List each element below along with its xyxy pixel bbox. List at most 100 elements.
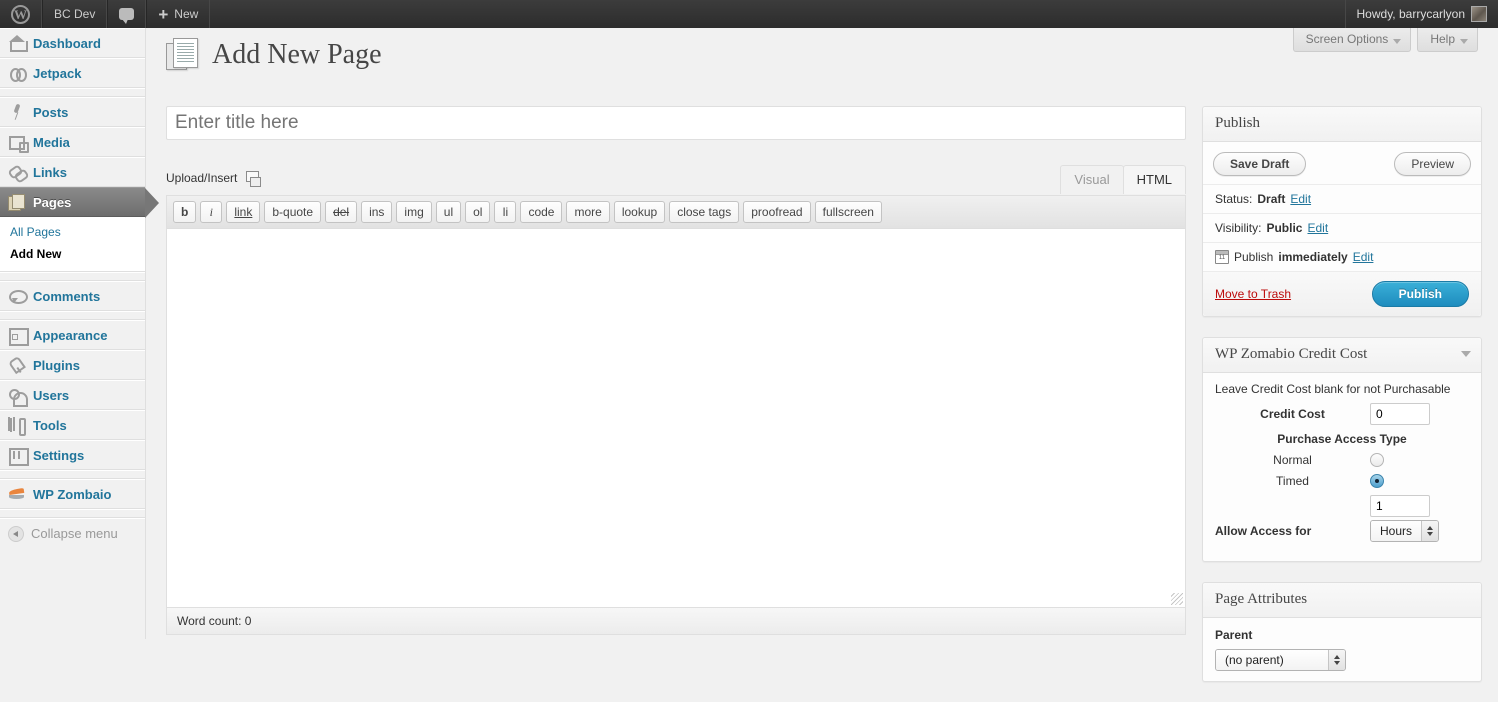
- wp-body: Screen Options Help Add New Page Upload/…: [145, 28, 1498, 682]
- page-header: Add New Page: [166, 38, 382, 72]
- quicktag-b-quote[interactable]: b-quote: [264, 201, 322, 223]
- publish-button[interactable]: Publish: [1371, 281, 1469, 307]
- sidebar-item-jetpack[interactable]: Jetpack: [0, 58, 145, 88]
- comment-icon: [8, 287, 28, 305]
- status-value: Draft: [1257, 192, 1286, 206]
- post-status-info: Word count: 0: [166, 608, 1186, 635]
- minor-publishing-actions: Save Draft Preview: [1203, 142, 1481, 184]
- quicktag-more[interactable]: more: [566, 201, 610, 223]
- sidebar-item-settings[interactable]: Settings: [0, 440, 145, 470]
- sidebar-item-comments[interactable]: Comments: [0, 281, 145, 311]
- page-attributes-metabox: Page Attributes Parent (no parent): [1202, 582, 1482, 682]
- allow-access-input[interactable]: [1370, 495, 1430, 517]
- status-label: Status:: [1215, 192, 1253, 206]
- sidebar-item-posts[interactable]: Posts: [0, 97, 145, 127]
- post-title-input[interactable]: [166, 106, 1186, 140]
- quicktag-del[interactable]: del: [325, 201, 358, 223]
- sidebar-item-label: Plugins: [33, 357, 80, 373]
- tab-html[interactable]: HTML: [1122, 165, 1186, 194]
- sidebar-item-tools[interactable]: Tools: [0, 410, 145, 440]
- page-attributes-metabox-title: Page Attributes: [1203, 583, 1481, 618]
- parent-value: (no parent): [1216, 650, 1328, 670]
- menu-separator: [0, 509, 145, 518]
- allow-access-unit-select[interactable]: Hours: [1370, 520, 1440, 542]
- submenu-item-add-new[interactable]: Add New: [10, 243, 145, 265]
- quicktag-ul[interactable]: ul: [435, 201, 462, 223]
- allow-access-unit-row: Allow Access for Hours: [1215, 520, 1469, 542]
- quicktag-close-tags[interactable]: close tags: [669, 201, 740, 223]
- sidebar-item-pages[interactable]: Pages: [0, 187, 159, 218]
- schedule-label: Publish: [1234, 250, 1274, 264]
- tab-visual[interactable]: Visual: [1060, 165, 1124, 194]
- sidebar-item-wp-zombaio[interactable]: WP Zombaio: [0, 479, 145, 509]
- post-content-textarea[interactable]: [167, 229, 1185, 604]
- normal-radio[interactable]: [1370, 453, 1384, 467]
- users-icon: [8, 386, 28, 407]
- timed-radio[interactable]: [1370, 474, 1384, 488]
- quicktag-img[interactable]: img: [396, 201, 432, 223]
- quicktag-i[interactable]: i: [200, 201, 223, 223]
- save-draft-button[interactable]: Save Draft: [1213, 152, 1307, 176]
- sidebar-item-label: Jetpack: [33, 65, 82, 81]
- sidebar-item-label: Users: [33, 387, 70, 403]
- allow-access-unit-value: Hours: [1371, 521, 1422, 541]
- submenu-item-all-pages[interactable]: All Pages: [10, 221, 145, 243]
- wp-logo-menu[interactable]: W: [0, 0, 42, 28]
- visibility-label: Visibility:: [1215, 221, 1262, 235]
- calendar-icon: [1215, 250, 1229, 264]
- sidebar-item-appearance[interactable]: Appearance: [0, 320, 145, 350]
- zombaio-icon: [8, 485, 26, 503]
- credit-cost-input[interactable]: [1370, 403, 1430, 425]
- move-to-trash-link[interactable]: Move to Trash: [1215, 287, 1291, 301]
- sidebar-item-label: Settings: [33, 447, 85, 463]
- quicktag-b[interactable]: b: [173, 201, 197, 223]
- screen-options-button[interactable]: Screen Options: [1292, 28, 1412, 52]
- menu-separator: [0, 470, 145, 479]
- pages-icon: [8, 193, 26, 211]
- add-media-icon[interactable]: [244, 170, 262, 187]
- title-div: [166, 106, 1186, 140]
- major-publishing-actions: Move to Trash Publish: [1203, 271, 1481, 316]
- admin-sidebar: Dashboard Jetpack Posts Media Links Pages All …: [0, 28, 159, 639]
- sidebar-item-plugins[interactable]: Plugins: [0, 350, 145, 380]
- site-name-menu[interactable]: BC Dev: [42, 0, 108, 28]
- quicktag-code[interactable]: code: [520, 201, 563, 223]
- zomabio-note: Leave Credit Cost blank for not Purchasa…: [1215, 382, 1451, 396]
- page-document-icon: [166, 38, 200, 72]
- appearance-icon: [8, 326, 29, 346]
- edit-status-link[interactable]: Edit: [1290, 192, 1311, 206]
- sidebar-item-links[interactable]: Links: [0, 157, 145, 187]
- jetpack-icon: [8, 64, 27, 82]
- allow-access-value-row: [1215, 495, 1469, 517]
- select-arrows-icon: [1328, 650, 1345, 670]
- sidebar-item-dashboard[interactable]: Dashboard: [0, 28, 145, 58]
- quicktag-li[interactable]: li: [494, 201, 517, 223]
- comments-menu[interactable]: [107, 0, 147, 28]
- editor-resize-handle[interactable]: [1171, 593, 1183, 605]
- my-account-menu[interactable]: Howdy, barrycarlyon: [1344, 0, 1498, 28]
- sidebar-item-users[interactable]: Users: [0, 380, 145, 410]
- collapse-menu-label: Collapse menu: [31, 526, 118, 541]
- preview-button[interactable]: Preview: [1394, 152, 1471, 176]
- quicktag-ol[interactable]: ol: [465, 201, 491, 223]
- collapse-menu-button[interactable]: Collapse menu: [0, 518, 145, 548]
- edit-visibility-link[interactable]: Edit: [1307, 221, 1328, 235]
- quicktag-link[interactable]: link: [226, 201, 261, 223]
- timed-label: Timed: [1276, 474, 1309, 488]
- plus-icon: +: [158, 4, 169, 24]
- new-label: New: [174, 7, 199, 21]
- visibility-value: Public: [1266, 221, 1303, 235]
- new-content-menu[interactable]: + New: [146, 0, 211, 28]
- quicktag-proofread[interactable]: proofread: [743, 201, 811, 223]
- plugin-icon: [8, 356, 26, 374]
- parent-select[interactable]: (no parent): [1215, 649, 1346, 671]
- settings-icon: [8, 446, 29, 466]
- help-button[interactable]: Help: [1417, 28, 1478, 52]
- page-attributes-body: Parent (no parent): [1203, 618, 1481, 681]
- edit-schedule-link[interactable]: Edit: [1353, 250, 1374, 264]
- sidebar-item-media[interactable]: Media: [0, 127, 145, 157]
- quicktag-ins[interactable]: ins: [361, 201, 393, 223]
- quicktag-fullscreen[interactable]: fullscreen: [814, 201, 882, 223]
- quicktag-lookup[interactable]: lookup: [613, 201, 666, 223]
- chevron-down-icon[interactable]: [1461, 351, 1471, 357]
